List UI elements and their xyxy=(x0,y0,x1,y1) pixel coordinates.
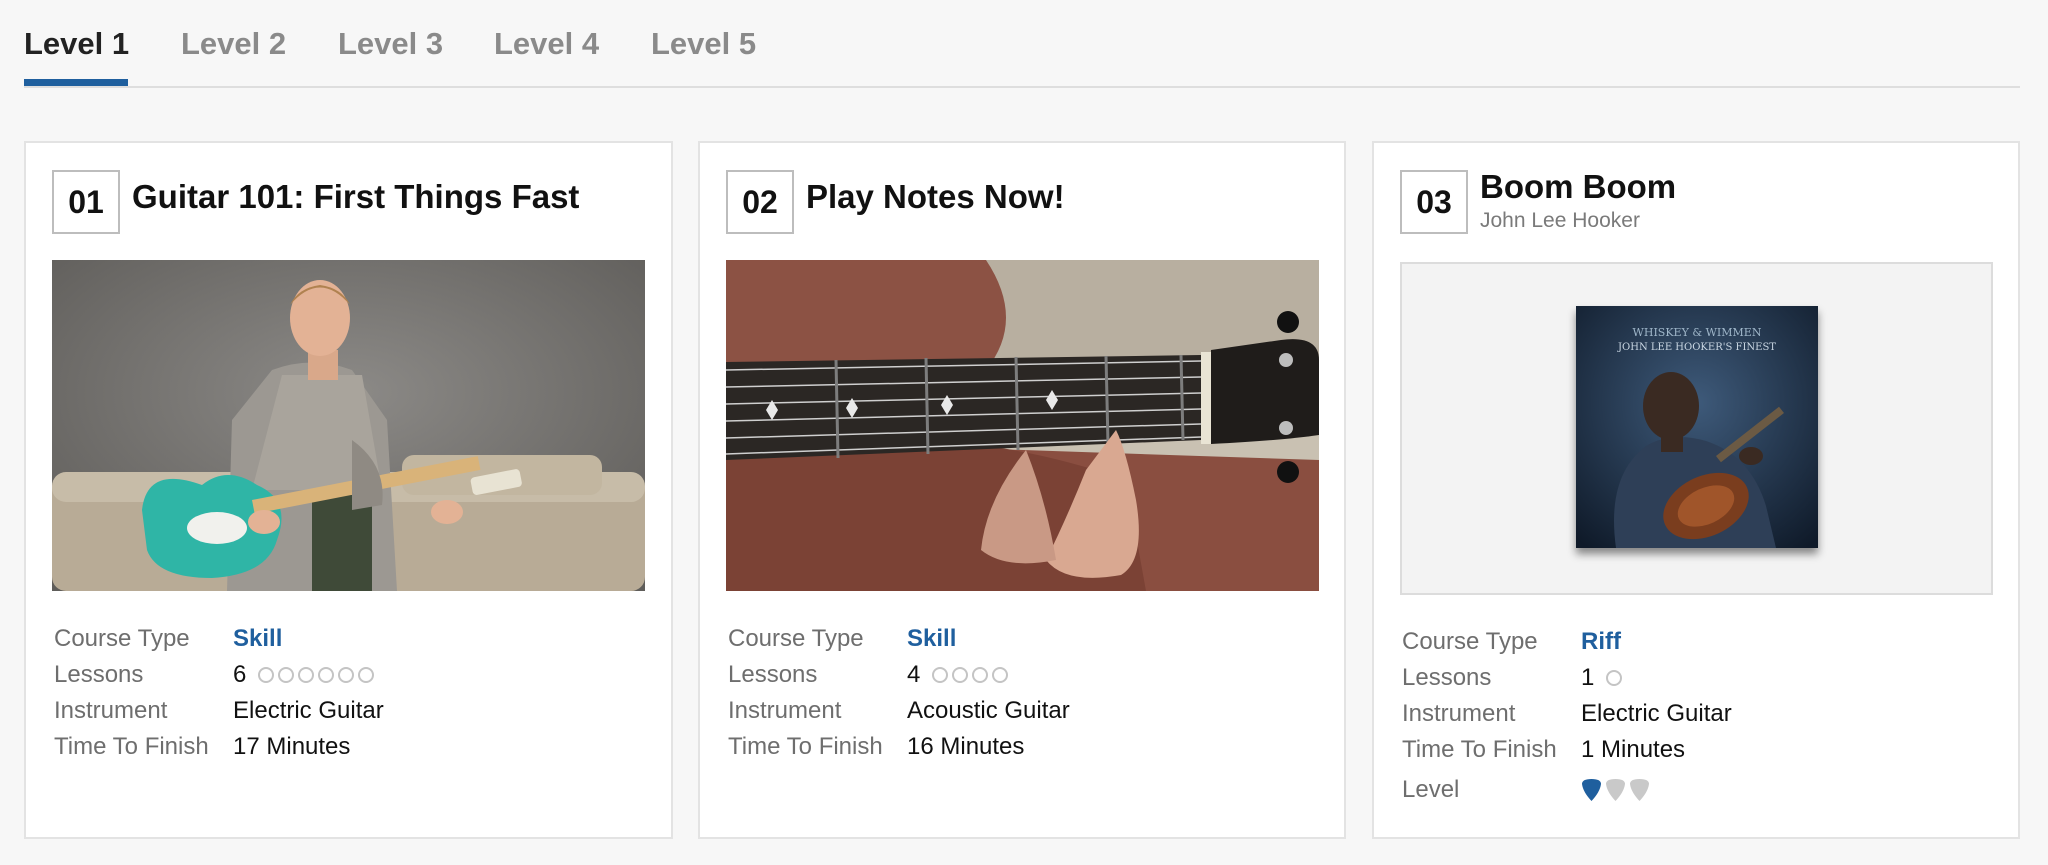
lesson-dot xyxy=(932,667,949,683)
level-label: Level xyxy=(1402,776,1460,803)
guitar-pick-icon xyxy=(1606,779,1625,801)
tab-level-5[interactable]: Level 5 xyxy=(651,24,756,64)
album-text-line1: WHISKEY & WIMMEN xyxy=(1633,326,1762,339)
lesson-dot xyxy=(318,667,335,683)
instrument-label: Instrument xyxy=(54,697,168,724)
course-card-2[interactable]: 02 Play Notes Now! Course Type Skill Les… xyxy=(698,141,1346,839)
album-thumbnail-frame[interactable]: WHISKEY & WIMMEN JOHN LEE HOOKER'S FINES… xyxy=(1400,262,1993,595)
tab-level-3[interactable]: Level 3 xyxy=(338,24,443,64)
time-to-finish-value: 17 Minutes xyxy=(233,733,351,760)
lesson-progress-dots xyxy=(1606,670,1623,686)
course-type-label: Course Type xyxy=(728,625,864,652)
instrument-label: Instrument xyxy=(728,697,842,724)
lesson-dot xyxy=(298,667,315,683)
time-to-finish-value: 16 Minutes xyxy=(907,733,1025,760)
lesson-dot xyxy=(338,667,355,683)
guitar-pick-icon xyxy=(1582,779,1601,801)
course-thumbnail[interactable] xyxy=(726,260,1319,591)
lesson-dot xyxy=(278,667,295,683)
time-to-finish-value: 1 Minutes xyxy=(1581,736,1686,763)
instrument-value: Electric Guitar xyxy=(233,697,384,724)
level-tabs: Level 1 Level 2 Level 3 Level 4 Level 5 xyxy=(24,0,2020,88)
time-to-finish-label: Time To Finish xyxy=(54,733,209,760)
course-number: 01 xyxy=(52,170,120,234)
lessons-value: 1 xyxy=(1581,664,1595,691)
time-to-finish-label: Time To Finish xyxy=(1402,736,1557,763)
lessons-label: Lessons xyxy=(54,661,144,688)
course-details: Course Type Skill Lessons 6 Instrument Elec… xyxy=(54,621,384,765)
lesson-dot xyxy=(1606,670,1623,686)
course-card-1[interactable]: 01 Guitar 101: First Things Fast Course … xyxy=(24,141,673,839)
lessons-value: 6 xyxy=(233,661,247,688)
lessons-label: Lessons xyxy=(728,661,818,688)
lesson-dot xyxy=(972,667,989,683)
course-type-value[interactable]: Skill xyxy=(907,621,956,657)
course-type-label: Course Type xyxy=(1402,628,1538,655)
instrument-value: Electric Guitar xyxy=(1581,700,1732,727)
course-artist: John Lee Hooker xyxy=(1480,209,1640,232)
instrument-label: Instrument xyxy=(1402,700,1516,727)
course-thumbnail[interactable] xyxy=(52,260,645,591)
course-type-value[interactable]: Riff xyxy=(1581,624,1621,660)
lesson-progress-dots xyxy=(258,667,375,683)
course-details: Course Type Skill Lessons 4 Instrument Acou… xyxy=(728,621,1070,765)
tab-level-1[interactable]: Level 1 xyxy=(24,24,129,64)
lesson-dot xyxy=(992,667,1009,683)
course-type-label: Course Type xyxy=(54,625,190,652)
course-type-value[interactable]: Skill xyxy=(233,621,282,657)
time-to-finish-label: Time To Finish xyxy=(728,733,883,760)
lesson-dot xyxy=(358,667,375,683)
active-tab-indicator xyxy=(24,79,128,86)
instrument-value: Acoustic Guitar xyxy=(907,697,1070,724)
album-cover: WHISKEY & WIMMEN JOHN LEE HOOKER'S FINES… xyxy=(1576,306,1818,548)
lessons-value: 4 xyxy=(907,661,921,688)
lessons-label: Lessons xyxy=(1402,664,1492,691)
level-indicator xyxy=(1581,778,1650,802)
lesson-dot xyxy=(952,667,969,683)
lesson-progress-dots xyxy=(932,667,1009,683)
course-number: 03 xyxy=(1400,170,1468,234)
course-card-3[interactable]: 03 Boom Boom John Lee Hooker WHISKEY & W… xyxy=(1372,141,2020,839)
guitar-pick-icon xyxy=(1630,779,1649,801)
course-title[interactable]: Play Notes Now! xyxy=(806,177,1065,217)
album-text-line2: JOHN LEE HOOKER'S FINEST xyxy=(1617,342,1776,353)
tab-level-2[interactable]: Level 2 xyxy=(181,24,286,64)
course-number: 02 xyxy=(726,170,794,234)
lesson-dot xyxy=(258,667,275,683)
tab-level-4[interactable]: Level 4 xyxy=(494,24,599,64)
course-details: Course Type Riff Lessons 1 Instrument Elect… xyxy=(1402,624,1732,808)
course-title[interactable]: Boom Boom xyxy=(1480,167,1676,207)
course-title[interactable]: Guitar 101: First Things Fast xyxy=(132,177,579,217)
